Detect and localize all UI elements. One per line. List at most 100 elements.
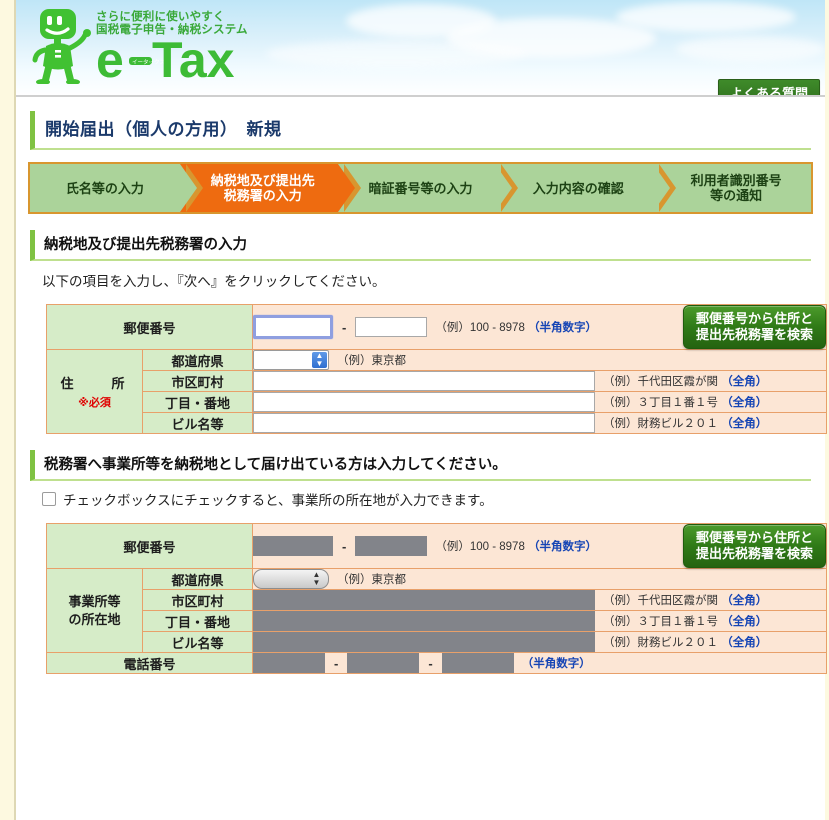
office-banchi-label: 丁目・番地 <box>141 610 254 632</box>
tel-hint: （半角数字） <box>522 655 591 671</box>
office-address-enable-row[interactable]: チェックボックスにチェックすると、事業所の所在地が入力できます。 <box>42 489 825 509</box>
city-hint: （例）千代田区霞が関 （全角） <box>603 373 767 389</box>
zip-search-button[interactable]: 郵便番号から住所と 提出先税務署を検索 <box>682 305 826 349</box>
office-prefecture-select: ▲ ▼ <box>253 569 330 589</box>
table-row: 市区町村 （例）千代田区霞が関 （全角） <box>47 370 827 392</box>
step-label: 氏名等の入力 <box>65 180 144 196</box>
banchi-hint-example: （例）３丁目１番１号 <box>603 397 719 409</box>
office-city-hint-example: （例）千代田区霞が関 <box>603 595 719 607</box>
office-banchi-field: （例）３丁目１番１号 （全角） <box>252 610 827 632</box>
table-row: ビル名等 （例）財務ビル２０１ （全角） <box>47 412 827 434</box>
content-panel: さらに便利に使いやすく 国税電子申告・納税システム e イータックス Tax よ… <box>16 0 827 820</box>
zip-hint-kana: （半角数字） <box>528 322 598 334</box>
left-margin-strip <box>0 0 14 820</box>
etax-wordmark: e イータックス Tax <box>96 35 235 87</box>
step-item-1[interactable]: 氏名等の入力 <box>30 164 203 212</box>
zip-search-button-line1: 郵便番号から住所と <box>695 311 813 326</box>
step-item-2[interactable]: 納税地及び提出先 税務署の入力 <box>179 164 361 212</box>
office-label-line1: 事業所等 <box>68 593 121 609</box>
section1-heading: 納税地及び提出先税務署の入力 <box>30 230 811 261</box>
office-prefecture-label: 都道府県 <box>141 568 254 590</box>
zip-part2-input[interactable] <box>355 317 428 337</box>
office-banchi-input <box>253 611 596 631</box>
banchi-input[interactable] <box>253 392 596 412</box>
office-label-line2: の所在地 <box>68 611 121 627</box>
table-row: 住 所 ※必須 都道府県 ▲ ▼ （例）東京都 <box>46 349 827 434</box>
office-zip-search-button-line1: 郵便番号から住所と <box>695 530 813 545</box>
section2-form-table: 郵便番号 - （例）100 - 8978 （半角数字） 郵便番号から住所と 提出… <box>45 523 827 674</box>
address-group-label: 住 所 ※必須 <box>46 349 143 434</box>
office-zip-part2-input <box>355 536 428 556</box>
step-label: 暗証番号等の入力 <box>368 180 473 196</box>
tel-field: - - （半角数字） <box>252 652 827 674</box>
tel-dash-2: - <box>428 655 433 671</box>
step-item-3[interactable]: 暗証番号等の入力 <box>337 164 519 212</box>
zip-row-field: - （例）100 - 8978 （半角数字） 郵便番号から住所と 提出先税務署を… <box>252 304 827 350</box>
office-banchi-hint-example: （例）３丁目１番１号 <box>603 616 719 628</box>
city-input[interactable] <box>253 371 596 391</box>
office-building-label: ビル名等 <box>141 631 254 653</box>
etax-logo[interactable]: さらに便利に使いやすく 国税電子申告・納税システム e イータックス Tax <box>32 6 294 87</box>
office-building-hint-example: （例）財務ビル２０１ <box>603 637 719 649</box>
office-city-input <box>253 590 596 610</box>
building-input[interactable] <box>253 413 596 433</box>
prefecture-hint: （例）東京都 <box>337 352 406 368</box>
page-title: 開始届出（個人の方用） 新規 <box>30 111 811 150</box>
etax-page: さらに便利に使いやすく 国税電子申告・納税システム e イータックス Tax よ… <box>0 0 829 820</box>
office-zip-part1-input <box>253 536 334 556</box>
table-row: 事業所等 の所在地 都道府県 ▲ ▼ （例）東京都 <box>46 568 827 653</box>
office-building-hint-kana: （全角） <box>721 637 768 649</box>
site-header: さらに便利に使いやすく 国税電子申告・納税システム e イータックス Tax よ… <box>16 0 825 97</box>
city-hint-kana: （全角） <box>721 376 768 388</box>
zip-row-label: 郵便番号 <box>45 304 254 350</box>
office-building-field: （例）財務ビル２０１ （全角） <box>252 631 827 653</box>
table-row: 市区町村 （例）千代田区霞が関 （全角） <box>47 589 827 611</box>
office-zip-hint-kana: （半角数字） <box>528 541 598 553</box>
city-field: （例）千代田区霞が関 （全角） <box>252 370 827 392</box>
office-zip-search-button-line2: 提出先税務署を検索 <box>695 546 813 561</box>
zip-search-button-line2: 提出先税務署を検索 <box>695 327 813 342</box>
tel-part3-input <box>441 653 514 673</box>
banchi-hint-kana: （全角） <box>721 397 768 409</box>
office-building-hint: （例）財務ビル２０１ （全角） <box>603 634 767 650</box>
office-building-input <box>253 632 596 652</box>
address-required-mark: ※必須 <box>78 397 111 409</box>
prefecture-label: 都道府県 <box>141 349 254 371</box>
table-row: 郵便番号 - （例）100 - 8978 （半角数字） 郵便番号から住所と 提出… <box>45 523 827 569</box>
office-prefecture-field: ▲ ▼ （例）東京都 <box>252 568 827 590</box>
section2-heading: 税務署へ事業所等を納税地として届け出ている方は入力してください。 <box>30 450 811 481</box>
banchi-label: 丁目・番地 <box>141 391 254 413</box>
city-label: 市区町村 <box>141 370 254 392</box>
building-label: ビル名等 <box>141 412 254 434</box>
svg-text:e: e <box>96 35 124 87</box>
chevron-updown-icon: ▲ ▼ <box>312 570 321 587</box>
office-banchi-hint-kana: （全角） <box>721 616 768 628</box>
etax-mascot-icon <box>32 9 91 84</box>
office-address-checkbox[interactable] <box>42 492 56 506</box>
banchi-hint: （例）３丁目１番１号 （全角） <box>603 394 767 410</box>
step-label: 納税地及び提出先 税務署の入力 <box>210 173 315 203</box>
prefecture-field: ▲ ▼ （例）東京都 <box>252 349 827 371</box>
tagline-line-1: さらに便利に使いやすく <box>96 11 225 23</box>
building-hint-kana: （全角） <box>721 418 768 430</box>
building-field: （例）財務ビル２０１ （全角） <box>252 412 827 434</box>
tel-hint-kana: （半角数字） <box>521 658 591 670</box>
table-row: 電話番号 - - （半角数字） <box>45 652 827 674</box>
office-city-label: 市区町村 <box>141 589 254 611</box>
step-item-4[interactable]: 入力内容の確認 <box>495 164 676 212</box>
prefecture-select[interactable]: ▲ ▼ <box>253 350 330 370</box>
office-zip-hint-example: （例）100 - 8978 <box>435 541 525 553</box>
address-label-text: 住 所 <box>60 376 129 391</box>
office-zip-search-button[interactable]: 郵便番号から住所と 提出先税務署を検索 <box>682 524 826 568</box>
office-address-checkbox-label: チェックボックスにチェックすると、事業所の所在地が入力できます。 <box>63 493 493 508</box>
header-divider <box>16 95 825 97</box>
table-row: 丁目・番地 （例）３丁目１番１号 （全角） <box>47 391 827 413</box>
office-banchi-hint: （例）３丁目１番１号 （全角） <box>603 613 767 629</box>
table-row: ビル名等 （例）財務ビル２０１ （全角） <box>47 631 827 653</box>
zip-part1-input[interactable] <box>253 315 334 339</box>
tel-part1-input <box>253 653 326 673</box>
office-zip-row-label: 郵便番号 <box>45 523 254 569</box>
office-prefecture-hint-example: （例）東京都 <box>337 574 407 586</box>
banchi-field: （例）３丁目１番１号 （全角） <box>252 391 827 413</box>
step-item-5[interactable]: 利用者識別番号 等の通知 <box>653 164 811 212</box>
